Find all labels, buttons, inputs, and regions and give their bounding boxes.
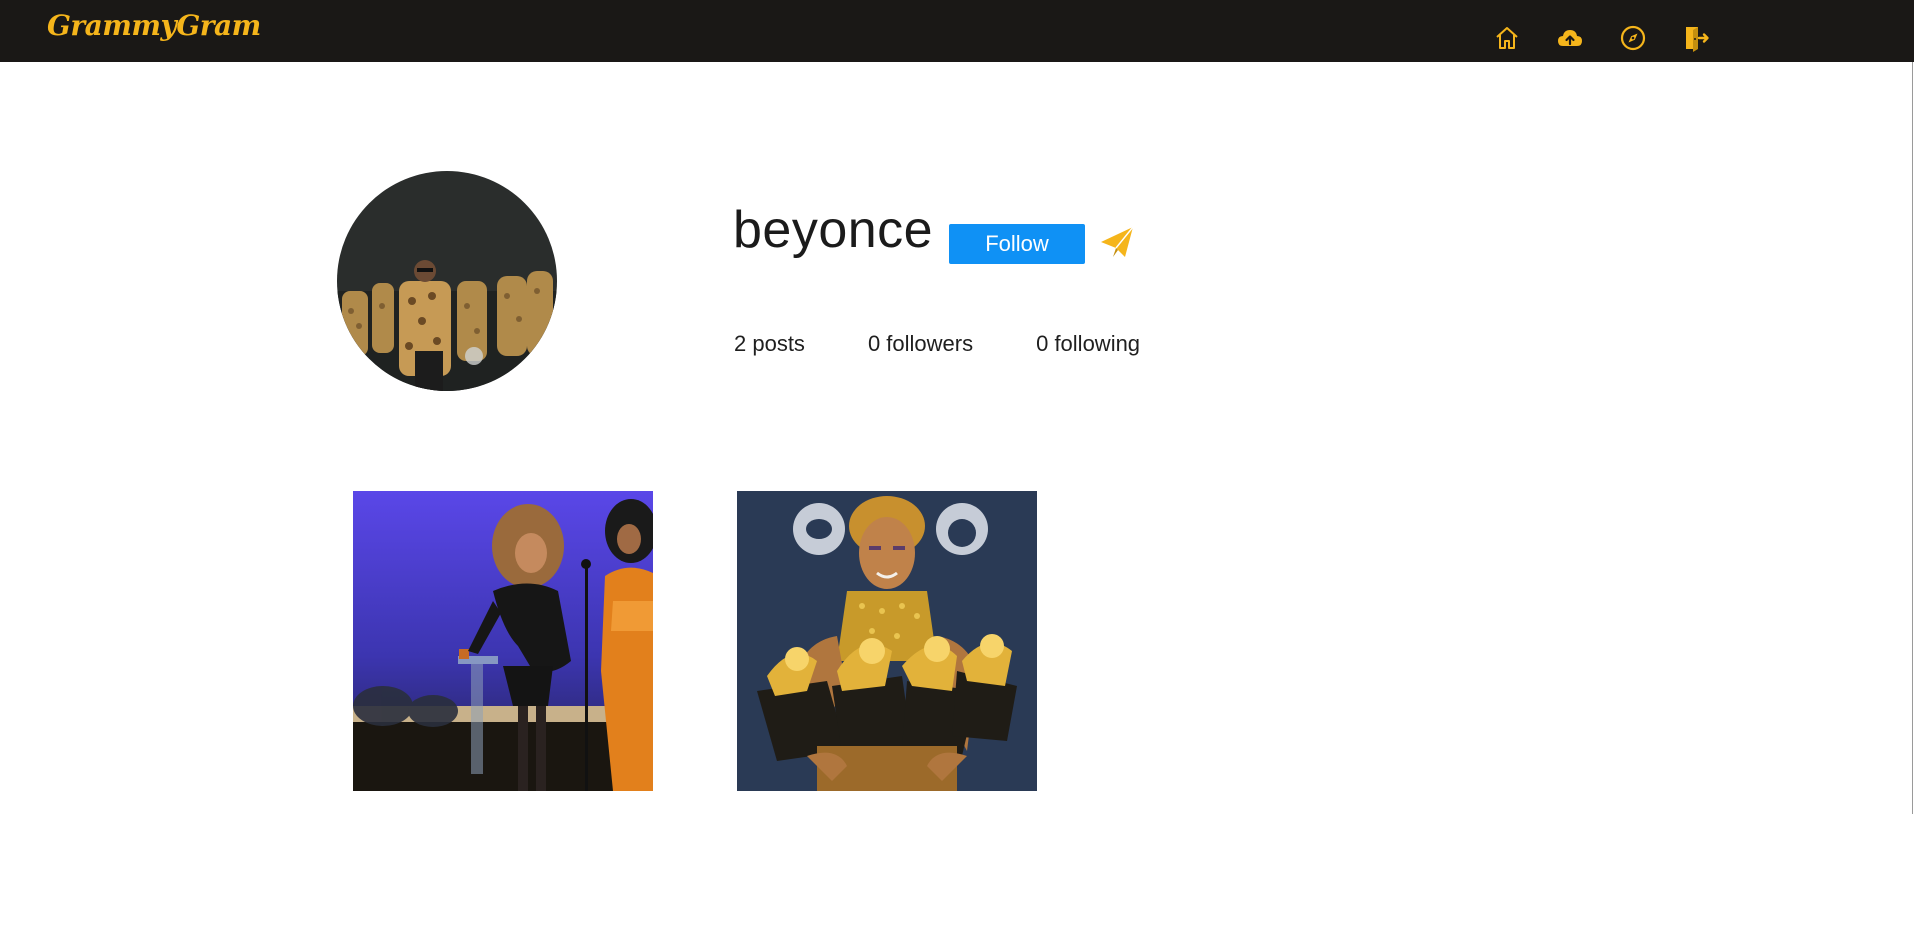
top-navbar: GrammyGram — [0, 0, 1914, 62]
profile-username: beyonce — [733, 201, 934, 259]
posts-count: 2 posts — [734, 331, 805, 356]
upload-cloud-icon[interactable] — [1556, 24, 1584, 52]
home-icon[interactable] — [1493, 24, 1521, 52]
profile-stats: 2 posts 0 followers 0 following — [734, 331, 1140, 357]
page-edge-divider — [1912, 62, 1913, 814]
paper-plane-icon[interactable] — [1099, 224, 1135, 260]
profile-avatar — [337, 171, 557, 391]
post-thumbnail-2[interactable] — [737, 491, 1037, 791]
followers-count[interactable]: 0 followers — [868, 331, 973, 357]
brand-logo[interactable]: GrammyGram — [47, 12, 261, 40]
explore-compass-icon[interactable] — [1619, 24, 1647, 52]
nav-icon-group — [1493, 24, 1710, 52]
follow-button[interactable]: Follow — [949, 224, 1085, 264]
following-count[interactable]: 0 following — [1036, 331, 1140, 357]
post-photo-1 — [353, 491, 653, 791]
logout-icon[interactable] — [1682, 24, 1710, 52]
post-thumbnail-1[interactable] — [353, 491, 653, 791]
post-photo-2 — [737, 491, 1037, 791]
avatar-photo — [337, 171, 557, 391]
